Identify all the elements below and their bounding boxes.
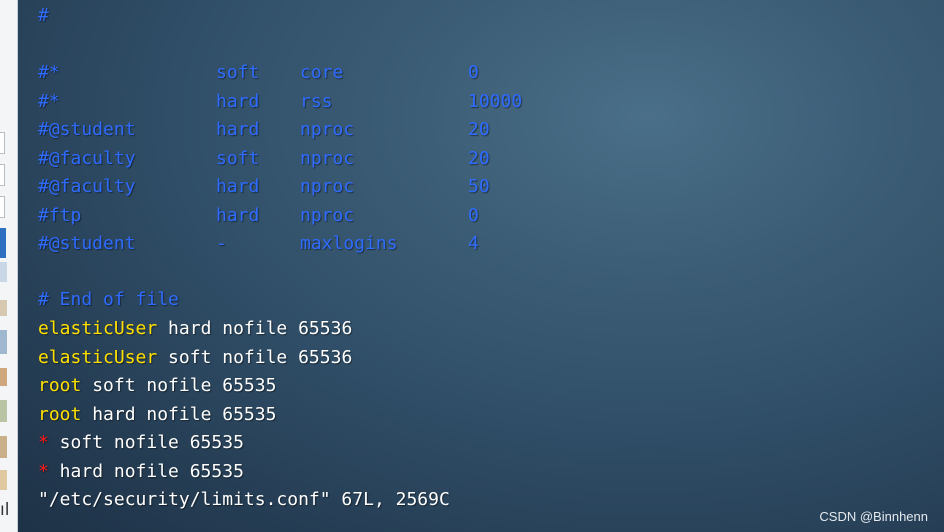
terminal-window[interactable]: # #* soft core 0 #* hard rss 10000 #@student hard…: [18, 0, 944, 532]
entry-domain: elasticUser: [38, 346, 158, 368]
limit-entry-row: root soft nofile 65535: [38, 372, 276, 400]
type-cell: hard: [216, 90, 260, 112]
value-cell: 50: [468, 176, 490, 197]
domain-cell: #@student: [38, 119, 136, 140]
limit-entry-row: root hard nofile 65535: [38, 401, 276, 429]
item-cell: core: [300, 62, 344, 83]
entry-values: soft nofile 65536: [157, 346, 353, 368]
background-thumbnail: [0, 262, 7, 282]
limit-entry-row: elasticUser hard nofile 65536: [38, 315, 352, 343]
value-cell: 0: [468, 204, 479, 226]
entry-values: hard nofile 65535: [81, 403, 277, 425]
limit-entry-row: * hard nofile 65535: [38, 458, 244, 486]
limit-entry-row: elasticUser soft nofile 65536: [38, 344, 352, 372]
background-window-edge: ıl: [0, 0, 18, 532]
entry-domain: root: [38, 375, 82, 396]
domain-cell: #@student: [38, 233, 136, 254]
background-window-text: ıl: [0, 500, 10, 520]
entry-values: hard nofile 65536: [157, 318, 353, 339]
item-cell: nproc: [300, 204, 355, 226]
value-cell: 20: [468, 119, 490, 140]
item-cell: maxlogins: [300, 233, 398, 254]
item-cell: nproc: [300, 147, 355, 169]
background-thumbnail: [0, 470, 7, 490]
vim-status-line: "/etc/security/limits.conf" 67L, 2569C: [38, 489, 450, 510]
background-thumbnail: [0, 400, 7, 422]
domain-cell: #@faculty: [38, 176, 136, 197]
csdn-watermark: CSDN @Binnhenn: [819, 509, 928, 524]
entry-domain: elasticUser: [38, 318, 158, 339]
background-thumbnail: [0, 436, 7, 458]
domain-cell: #*: [38, 62, 60, 83]
entry-values: soft nofile 65535: [48, 432, 244, 453]
type-cell: soft: [216, 147, 260, 169]
type-cell: hard: [216, 204, 260, 226]
end-of-file-comment: # End of file: [38, 289, 179, 310]
background-thumbnail: [0, 330, 7, 354]
entry-domain: *: [38, 432, 49, 453]
item-cell: nproc: [300, 176, 355, 197]
entry-domain: *: [38, 460, 49, 482]
background-input-box: [0, 132, 5, 154]
value-cell: 10000: [468, 90, 523, 112]
background-thumbnail: [0, 300, 7, 316]
value-cell: 0: [468, 62, 479, 83]
type-cell: hard: [216, 119, 260, 140]
limit-entry-row: * soft nofile 65535: [38, 429, 244, 457]
background-input-box: [0, 164, 5, 186]
type-cell: soft: [216, 62, 260, 83]
domain-cell: #*: [38, 90, 60, 112]
header-comment-line: #: [38, 5, 49, 26]
entry-values: soft nofile 65535: [81, 375, 277, 396]
item-cell: rss: [300, 90, 333, 112]
value-cell: 4: [468, 233, 479, 254]
entry-values: hard nofile 65535: [48, 460, 244, 482]
item-cell: nproc: [300, 119, 355, 140]
type-cell: hard: [216, 176, 260, 197]
entry-domain: root: [38, 403, 82, 425]
domain-cell: #@faculty: [38, 147, 136, 169]
type-cell: -: [216, 233, 227, 254]
background-input-box: [0, 196, 5, 218]
domain-cell: #ftp: [38, 204, 82, 226]
background-selected-item: [0, 228, 6, 258]
value-cell: 20: [468, 147, 490, 169]
background-thumbnail: [0, 368, 7, 386]
